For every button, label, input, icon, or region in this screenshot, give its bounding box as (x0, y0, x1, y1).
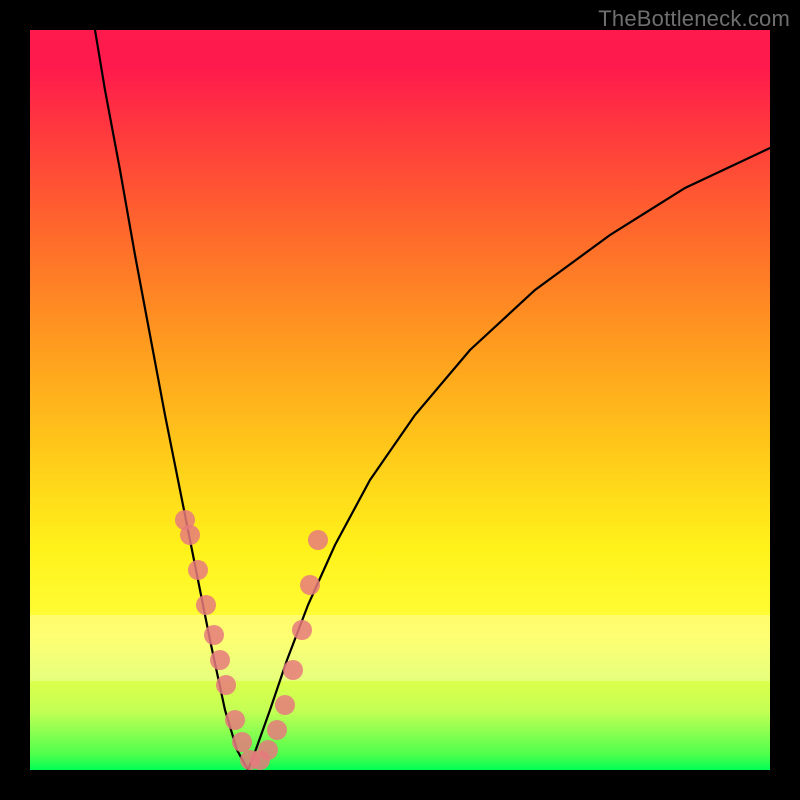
curve-right (248, 148, 770, 770)
dot-point (204, 625, 224, 645)
dot-point (267, 720, 287, 740)
scatter-dots (175, 510, 328, 770)
dot-point (180, 525, 200, 545)
dot-point (196, 595, 216, 615)
dot-point (188, 560, 208, 580)
chart-stage: TheBottleneck.com (0, 0, 800, 800)
curve-svg (30, 30, 770, 770)
dot-point (283, 660, 303, 680)
dot-point (216, 675, 236, 695)
dot-point (292, 620, 312, 640)
plot-area (30, 30, 770, 770)
dot-point (210, 650, 230, 670)
dot-point (258, 740, 278, 760)
watermark-text: TheBottleneck.com (598, 6, 790, 32)
dot-point (232, 732, 252, 752)
dot-point (308, 530, 328, 550)
dot-point (225, 710, 245, 730)
dot-point (275, 695, 295, 715)
dot-point (300, 575, 320, 595)
